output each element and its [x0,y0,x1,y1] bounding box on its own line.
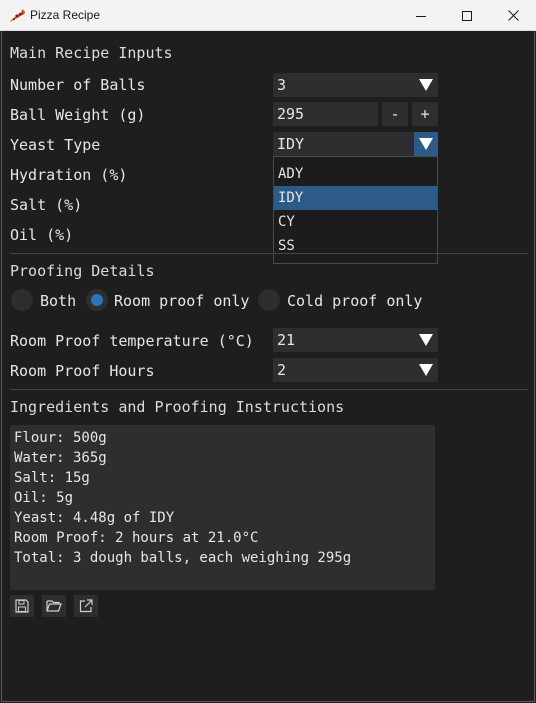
instruction-line: Yeast: 4.48g of IDY [14,510,175,526]
number-of-balls-label: Number of Balls [10,76,146,94]
chevron-down-icon [414,73,438,97]
number-of-balls-combo[interactable]: 3 [273,73,438,97]
instruction-line: Total: 3 dough balls, each weighing 295g [14,550,352,566]
instructions-output[interactable]: Flour: 500g Water: 365g Salt: 15g Oil: 5… [10,425,435,590]
radio-room-proof-only-label[interactable]: Room proof only [114,292,249,310]
instruction-line: Flour: 500g [14,430,107,446]
room-temp-value: 21 [277,331,296,349]
room-temp-label: Room Proof temperature (°C) [10,332,254,350]
room-hours-combo[interactable]: 2 [273,358,438,382]
radio-cold-proof-only[interactable] [258,289,280,311]
instruction-line: Room Proof: 2 hours at 21.0°C [14,530,259,546]
yeast-option-cy[interactable]: CY [274,210,437,234]
open-folder-icon [46,600,62,612]
oil-label: Oil (%) [10,226,74,244]
chevron-down-icon [414,328,438,352]
instruction-line: Water: 365g [14,450,107,466]
ball-weight-increment-button[interactable]: + [412,102,438,126]
export-icon [79,599,93,613]
instructions-heading: Ingredients and Proofing Instructions [10,398,345,416]
close-icon [507,10,519,21]
ball-weight-value: 295 [277,105,305,123]
ball-weight-decrement-button[interactable]: - [382,102,408,126]
window-title: Pizza Recipe [30,8,101,22]
salt-label: Salt (%) [10,196,83,214]
ball-weight-input[interactable]: 295 [273,102,378,126]
separator [10,253,528,254]
close-button[interactable] [490,0,536,31]
chevron-down-icon [414,358,438,382]
open-button[interactable] [42,595,66,617]
yeast-option-idy[interactable]: IDY [274,186,437,210]
maximize-button[interactable] [444,0,490,31]
yeast-type-dropdown: ADY IDY CY SS [273,156,438,264]
pizza-icon [10,9,25,22]
yeast-type-label: Yeast Type [10,136,101,154]
radio-cold-proof-only-label[interactable]: Cold proof only [287,292,422,310]
ball-weight-label: Ball Weight (g) [10,106,146,124]
yeast-type-combo[interactable]: IDY [273,132,438,156]
radio-both[interactable] [11,289,33,311]
instruction-line: Salt: 15g [14,470,90,486]
export-button[interactable] [74,595,98,617]
chevron-down-icon [414,132,438,156]
minimize-icon [416,15,426,17]
number-of-balls-value: 3 [277,76,287,94]
save-icon [15,599,29,613]
main-inputs-heading: Main Recipe Inputs [10,44,173,62]
maximize-icon [462,10,472,21]
yeast-option-ady[interactable]: ADY [274,162,437,186]
yeast-type-value: IDY [277,135,305,153]
radio-both-label[interactable]: Both [40,292,76,310]
yeast-option-ss[interactable]: SS [274,234,437,258]
radio-room-proof-only[interactable] [86,289,108,311]
hydration-label: Hydration (%) [10,166,128,184]
separator [10,389,528,390]
app-content: Main Recipe Inputs Number of Balls 3 Bal… [1,31,535,702]
save-button[interactable] [10,595,34,617]
room-temp-combo[interactable]: 21 [273,328,438,352]
minimize-button[interactable] [398,0,444,31]
proofing-heading: Proofing Details [10,262,155,280]
room-hours-value: 2 [277,361,287,379]
title-bar: Pizza Recipe [0,0,536,31]
instruction-line: Oil: 5g [14,490,74,506]
room-hours-label: Room Proof Hours [10,362,155,380]
